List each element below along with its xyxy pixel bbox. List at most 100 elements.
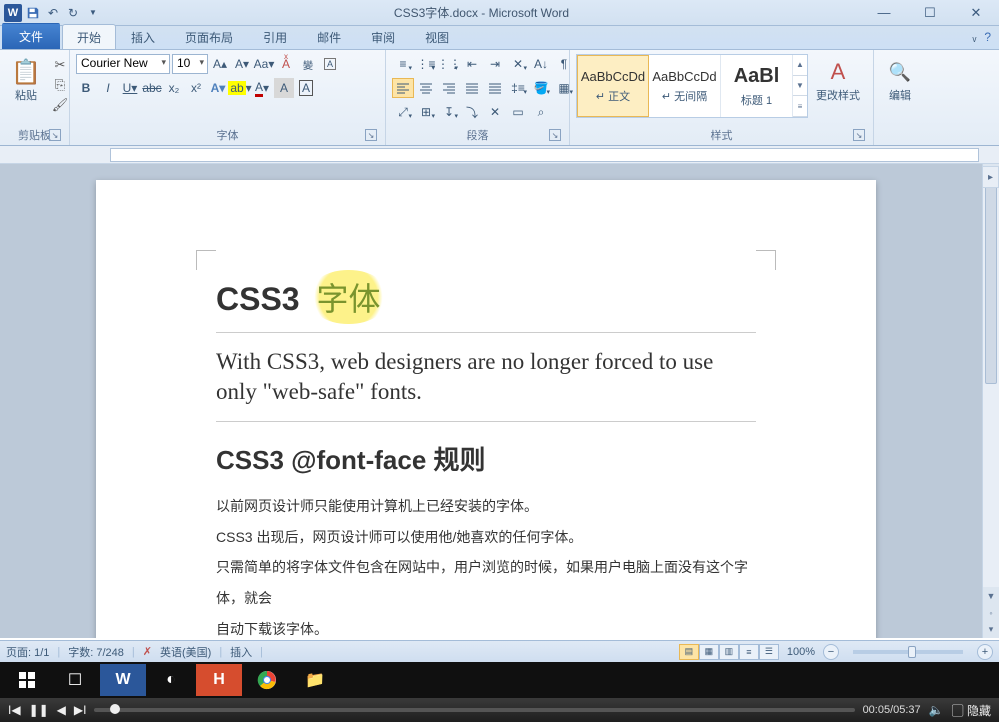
paste-button[interactable]: 📋 粘贴 (6, 54, 46, 104)
view-outline[interactable]: ≡ (739, 644, 759, 660)
tab-layout[interactable]: 页面布局 (170, 24, 248, 49)
enclose-icon[interactable]: A (320, 54, 340, 74)
align-right-icon[interactable] (438, 78, 460, 98)
media-pause-icon[interactable]: ❚❚ (29, 703, 49, 717)
increase-indent-icon[interactable]: ⇥ (484, 54, 506, 74)
view-fullscreen[interactable]: ▦ (699, 644, 719, 660)
zoom-knob[interactable] (908, 646, 916, 658)
align-left-icon[interactable] (392, 78, 414, 98)
status-language[interactable]: 英语(美国) (160, 644, 211, 660)
bold-icon[interactable]: B (76, 78, 96, 98)
zoom-out-button[interactable]: − (823, 644, 839, 660)
superscript-icon[interactable]: x² (186, 78, 206, 98)
view-print-layout[interactable]: ▤ (679, 644, 699, 660)
redo-icon[interactable]: ↻ (64, 4, 82, 22)
para-btn1[interactable]: ⤢▾ (392, 102, 414, 122)
tab-insert[interactable]: 插入 (116, 24, 170, 49)
para-btn2[interactable]: ⊞▾ (415, 102, 437, 122)
ruler-scale[interactable] (110, 148, 979, 162)
style-nospacing[interactable]: AaBbCcDd ↵ 无间隔 (649, 55, 721, 117)
view-draft[interactable]: ☰ (759, 644, 779, 660)
font-launcher[interactable]: ↘ (365, 129, 377, 141)
scroll-thumb[interactable] (985, 184, 997, 384)
taskbar-explorer-icon[interactable]: 📁 (292, 664, 338, 696)
bullets-icon[interactable]: ≡▾ (392, 54, 414, 74)
clear-format-icon[interactable]: Aͯ (276, 54, 296, 74)
style-scroll-more[interactable]: ≡ (793, 96, 807, 117)
select-obj-icon[interactable]: ▭ (507, 102, 529, 122)
close-button[interactable]: ✕ (953, 2, 999, 24)
line-spacing-icon[interactable]: ‡≡▾ (507, 78, 529, 98)
editing-button[interactable]: 🔍 编辑 (880, 54, 920, 104)
style-scroll-down[interactable]: ▼ (793, 76, 807, 97)
media-progress[interactable] (94, 708, 854, 712)
decrease-indent-icon[interactable]: ⇤ (461, 54, 483, 74)
para-btn5[interactable]: ✕ (484, 102, 506, 122)
media-prev-icon[interactable]: I◀ (8, 703, 21, 717)
taskbar-app2-icon[interactable]: ◐ (148, 664, 194, 696)
distributed-icon[interactable] (484, 78, 506, 98)
zoom-slider[interactable] (853, 650, 963, 654)
clipboard-launcher[interactable]: ↘ (49, 129, 61, 141)
phonetic-icon[interactable]: 變 (298, 54, 318, 74)
text-effects-icon[interactable]: A▾ (208, 78, 228, 98)
format-painter-icon[interactable]: 🖌 (50, 96, 70, 114)
style-heading1[interactable]: AaBl 标题 1 (721, 55, 793, 117)
scroll-down-icon[interactable]: ▼ (983, 587, 999, 604)
grow-font-icon[interactable]: A▴ (210, 54, 230, 74)
maximize-button[interactable]: ☐ (907, 2, 953, 24)
view-web[interactable]: ▥ (719, 644, 739, 660)
status-mode[interactable]: 插入 (230, 644, 252, 660)
zoom-value[interactable]: 100% (787, 646, 815, 658)
style-scroll-up[interactable]: ▲ (793, 55, 807, 76)
sort-icon[interactable]: A↓ (530, 54, 552, 74)
tab-home[interactable]: 开始 (62, 24, 116, 49)
strikethrough-icon[interactable]: abc (142, 78, 162, 98)
subscript-icon[interactable]: x₂ (164, 78, 184, 98)
media-progress-knob[interactable] (110, 704, 120, 714)
find-icon[interactable]: ⌕ (530, 102, 552, 122)
start-button[interactable] (4, 664, 50, 696)
shading-icon[interactable]: 🪣▾ (530, 78, 552, 98)
minimize-ribbon-icon[interactable]: ᵥ (972, 30, 976, 44)
save-icon[interactable] (24, 4, 42, 22)
taskview-button[interactable]: ☐ (52, 664, 98, 696)
char-border-icon[interactable]: A (296, 78, 316, 98)
style-normal[interactable]: AaBbCcDd ↵ 正文 (577, 55, 649, 117)
tab-view[interactable]: 视图 (410, 24, 464, 49)
para-btn3[interactable]: ↧▾ (438, 102, 460, 122)
next-page-icon[interactable]: ▾ (983, 621, 999, 638)
status-page[interactable]: 页面: 1/1 (6, 644, 49, 660)
tab-file[interactable]: 文件 (2, 23, 60, 49)
font-name-combo[interactable]: Courier New (76, 54, 170, 74)
media-hide-button[interactable]: ▢ 隐藏 (952, 702, 991, 719)
copy-icon[interactable]: ⎘ (50, 76, 70, 94)
page[interactable]: CSS3 字体 With CSS3, web designers are no … (96, 180, 876, 638)
justify-icon[interactable] (461, 78, 483, 98)
minimize-button[interactable]: — (861, 2, 907, 24)
media-next-icon[interactable]: ▶I (74, 703, 87, 717)
change-styles-button[interactable]: A 更改样式 (812, 54, 864, 125)
taskbar-chrome-icon[interactable] (244, 664, 290, 696)
font-size-combo[interactable]: 10 (172, 54, 208, 74)
undo-icon[interactable]: ↶ (44, 4, 62, 22)
help-icon[interactable]: ? (984, 30, 991, 44)
multilevel-icon[interactable]: ⋮⋮▾ (438, 54, 460, 74)
qat-dropdown-icon[interactable]: ▼ (84, 4, 102, 22)
status-words[interactable]: 字数: 7/248 (68, 644, 124, 660)
para-btn4[interactable]: ⤵ (461, 102, 483, 122)
highlight-icon[interactable]: ab▾ (230, 78, 250, 98)
cut-icon[interactable]: ✂ (50, 56, 70, 74)
word-app-icon[interactable]: W (4, 4, 22, 22)
italic-icon[interactable]: I (98, 78, 118, 98)
styles-launcher[interactable]: ↘ (853, 129, 865, 141)
asian-layout-icon[interactable]: ✕▾ (507, 54, 529, 74)
media-volume-icon[interactable]: 🔈 (929, 703, 944, 717)
tab-review[interactable]: 审阅 (356, 24, 410, 49)
taskbar-hbuilder-icon[interactable]: H (196, 664, 242, 696)
underline-icon[interactable]: U▾ (120, 78, 140, 98)
side-panel-tab[interactable]: ▸ (982, 166, 999, 188)
tab-references[interactable]: 引用 (248, 24, 302, 49)
change-case-icon[interactable]: Aa▾ (254, 54, 274, 74)
char-shading-icon[interactable]: A (274, 78, 294, 98)
